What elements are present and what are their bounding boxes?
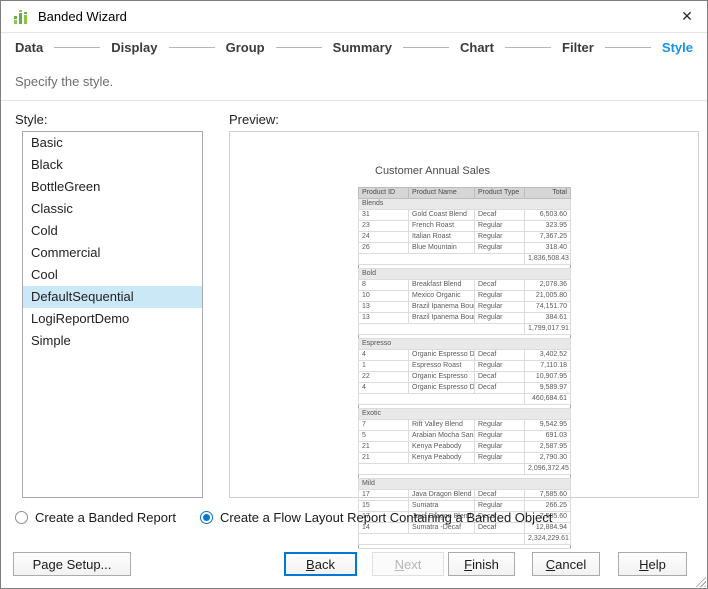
table-row: 1Espresso RoastRegular7,110.18 (359, 361, 571, 372)
style-item-commercial[interactable]: Commercial (23, 242, 202, 264)
radio-option-label: Create a Banded Report (35, 510, 176, 525)
resize-grip-icon[interactable] (693, 574, 706, 587)
step-connector (54, 47, 100, 48)
table-row: 22Organic EspressoDecaf10,907.95 (359, 372, 571, 383)
step-connector (276, 47, 322, 48)
report-title: Customer Annual Sales (375, 165, 490, 177)
style-item-black[interactable]: Black (23, 154, 202, 176)
preview-pane: Customer Annual Sales Product IDProduct … (229, 131, 699, 498)
style-item-defaultsequential[interactable]: DefaultSequential (23, 286, 202, 308)
window-title: Banded Wizard (38, 9, 127, 24)
group-band-row: Blends (359, 199, 571, 210)
table-row: 7Rift Valley BlendRegular9,542.95 (359, 420, 571, 431)
group-band-row: Bold (359, 269, 571, 280)
radio-unselected-icon[interactable] (15, 511, 28, 524)
table-row: 21Kenya PeabodyRegular2,790.30 (359, 453, 571, 464)
wizard-step-style[interactable]: Style (662, 40, 693, 55)
step-connector (403, 47, 449, 48)
banded-wizard-dialog: Banded Wizard ✕ Data Display Group Summary C… (0, 0, 708, 589)
step-connector (605, 47, 651, 48)
column-header: Product ID (359, 188, 409, 199)
table-header-row: Product IDProduct NameProduct TypeTotal (359, 188, 571, 199)
subtitle-bar: Specify the style. (1, 62, 707, 101)
finish-button[interactable]: Finish (448, 552, 515, 576)
column-header: Product Type (475, 188, 525, 199)
step-connector (169, 47, 215, 48)
group-spacer-row (359, 545, 571, 549)
table-row: 13Brazil Ipanema BourbonRegular384.61 (359, 313, 571, 324)
app-icon (13, 9, 29, 25)
wizard-step-group[interactable]: Group (226, 40, 265, 55)
back-button[interactable]: Back (284, 552, 357, 576)
table-row: 17Java Dragon BlendDecaf7,585.60 (359, 490, 571, 501)
group-band-row: Espresso (359, 339, 571, 350)
column-header: Product Name (409, 188, 475, 199)
wizard-step-display[interactable]: Display (111, 40, 157, 55)
group-band-row: Mild (359, 479, 571, 490)
style-list-label: Style: (15, 112, 48, 127)
preview-label: Preview: (229, 112, 279, 127)
table-row: 21Kenya PeabodyRegular2,587.95 (359, 442, 571, 453)
group-total-row: 1,799,017.91 (359, 324, 571, 335)
table-row: 26Blue MountainRegular318.40 (359, 243, 571, 254)
table-row: 8Breakfast BlendDecaf2,078.36 (359, 280, 571, 291)
next-button: Next (372, 552, 444, 576)
table-row: 4Organic Espresso DecafDecaf9,589.97 (359, 383, 571, 394)
close-icon[interactable]: ✕ (667, 1, 707, 32)
group-total-row: 2,096,372.45 (359, 464, 571, 475)
wizard-step-filter[interactable]: Filter (562, 40, 594, 55)
style-item-cool[interactable]: Cool (23, 264, 202, 286)
report-type-option-2[interactable]: Create a Flow Layout Report Containing a… (200, 510, 552, 525)
report-type-options: Create a Banded Report Create a Flow Layo… (15, 510, 552, 525)
column-header: Total (525, 188, 571, 199)
group-total-row: 1,836,508.43 (359, 254, 571, 265)
title-bar: Banded Wizard ✕ (1, 1, 707, 33)
wizard-step-chart[interactable]: Chart (460, 40, 494, 55)
table-row: 4Organic Espresso DecafDecaf3,402.52 (359, 350, 571, 361)
style-item-logireportdemo[interactable]: LogiReportDemo (23, 308, 202, 330)
style-item-cold[interactable]: Cold (23, 220, 202, 242)
table-row: 13Brazil Ipanema BourbonRegular74,151.70 (359, 302, 571, 313)
table-row: 5Arabian Mocha SananiRegular691.03 (359, 431, 571, 442)
step-connector (505, 47, 551, 48)
style-item-classic[interactable]: Classic (23, 198, 202, 220)
radio-option-label: Create a Flow Layout Report Containing a… (220, 510, 552, 525)
style-item-bottlegreen[interactable]: BottleGreen (23, 176, 202, 198)
group-band-row: Exotic (359, 409, 571, 420)
table-row: 23French RoastRegular323.95 (359, 221, 571, 232)
group-total-row: 2,324,229.61 (359, 534, 571, 545)
wizard-subtitle: Specify the style. (15, 74, 113, 89)
wizard-step-data[interactable]: Data (15, 40, 43, 55)
style-item-basic[interactable]: Basic (23, 132, 202, 154)
radio-selected-icon[interactable] (200, 511, 213, 524)
wizard-steps: Data Display Group Summary Chart Filter Style (1, 32, 707, 62)
preview-table: Product IDProduct NameProduct TypeTotalB… (358, 187, 571, 549)
report-type-option-1[interactable]: Create a Banded Report (15, 510, 176, 525)
wizard-step-summary[interactable]: Summary (333, 40, 392, 55)
table-row: 31Gold Coast BlendDecaf6,503.60 (359, 210, 571, 221)
table-row: 24Italian RoastRegular7,367.25 (359, 232, 571, 243)
style-item-simple[interactable]: Simple (23, 330, 202, 352)
style-listbox[interactable]: BasicBlackBottleGreenClassicColdCommerci… (22, 131, 203, 498)
cancel-button[interactable]: Cancel (532, 552, 600, 576)
table-row: 10Mexico OrganicRegular21,005.80 (359, 291, 571, 302)
group-total-row: 460,684.61 (359, 394, 571, 405)
page-setup-button[interactable]: Page Setup... (13, 552, 131, 576)
help-button[interactable]: Help (618, 552, 687, 576)
